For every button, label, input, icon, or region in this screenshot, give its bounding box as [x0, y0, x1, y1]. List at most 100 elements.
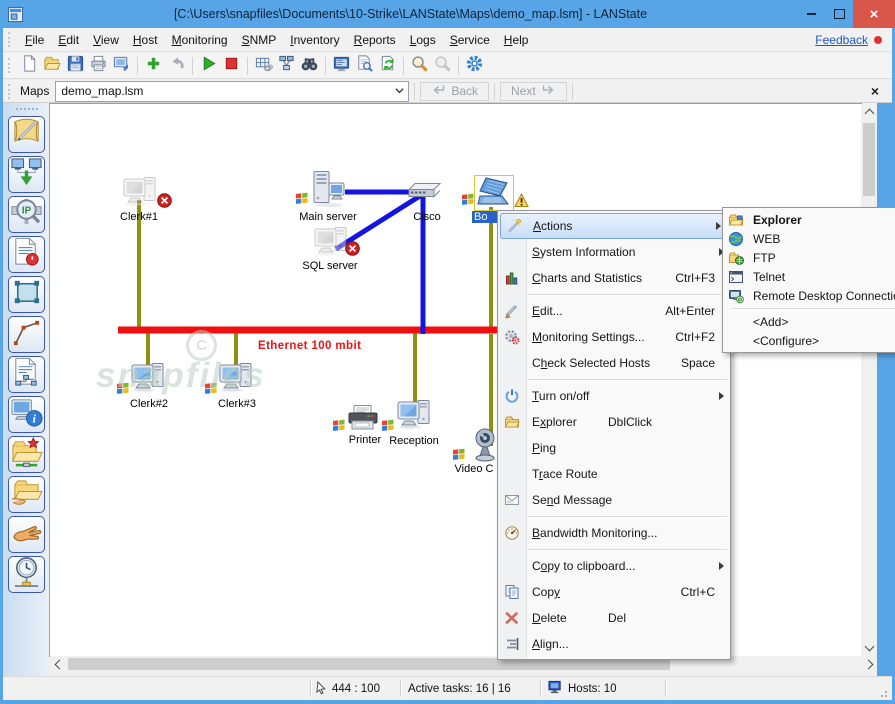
menu-edit[interactable]: Edit — [51, 33, 86, 47]
device-list-button[interactable] — [330, 54, 353, 77]
menu-reports[interactable]: Reports — [347, 33, 403, 47]
ethernet-segment-label: Ethernet 100 mbit — [258, 340, 362, 352]
toolbar-separator — [414, 82, 416, 100]
menu-item-turn-on-off[interactable]: Turn on/off — [498, 383, 730, 409]
minimize-button[interactable] — [797, 0, 825, 28]
map-canvas[interactable] — [49, 103, 862, 657]
scan-network-button[interactable] — [275, 54, 298, 77]
screen-blue-icon — [332, 54, 351, 78]
submenu-item-remote-desktop-connection[interactable]: Remote Desktop Connection — [723, 286, 895, 305]
menu-file[interactable]: File — [18, 33, 51, 47]
lanstate-window: [C:\Users\snapfiles\Documents\10-Strike\… — [0, 0, 895, 704]
new-map-button[interactable] — [18, 54, 41, 77]
pointer-tool-button[interactable] — [8, 516, 45, 553]
submenu-item-label: Explorer — [753, 212, 802, 227]
toolbar-separator — [325, 56, 326, 75]
pc-info-icon: i — [10, 396, 43, 434]
window-bottom-border — [0, 700, 895, 704]
binoculars-icon — [300, 54, 319, 78]
menu-monitoring[interactable]: Monitoring — [165, 33, 235, 47]
menu-shortcut: DblClick — [608, 415, 653, 429]
close-button[interactable]: × — [853, 0, 895, 28]
folder-open-icon — [43, 54, 62, 78]
close-maps-bar-button[interactable]: × — [867, 83, 883, 99]
open-map-button[interactable] — [41, 54, 64, 77]
find-host-button[interactable] — [298, 54, 321, 77]
menu-shortcut: Alt+Enter — [665, 304, 715, 318]
menu-help[interactable]: Help — [497, 33, 536, 47]
menu-item-charts-and-statistics[interactable]: Charts and Statistics Ctrl+F3 — [498, 265, 730, 291]
zoom-out-button[interactable] — [431, 54, 454, 77]
menu-item-trace-route[interactable]: Trace Route — [498, 461, 730, 487]
submenu-item-web[interactable]: WEB — [723, 229, 895, 248]
menu-item-copy[interactable]: Copy Ctrl+C — [498, 579, 730, 605]
submenu-item-ftp[interactable]: FTP — [723, 248, 895, 267]
scroll-right-button[interactable] — [861, 656, 877, 672]
menu-item-edit[interactable]: Edit... Alt+Enter — [498, 298, 730, 324]
add-network-place-button[interactable] — [8, 436, 45, 473]
menu-inventory[interactable]: Inventory — [283, 33, 346, 47]
chevron-down-icon[interactable] — [390, 87, 408, 95]
host-list-button[interactable] — [8, 356, 45, 393]
monitoring-checks-button[interactable] — [8, 236, 45, 273]
menu-item-label: Charts and Statistics — [532, 271, 643, 285]
settings-button[interactable] — [463, 54, 486, 77]
map-selector[interactable]: demo_map.lsm — [55, 80, 410, 102]
menu-service[interactable]: Service — [443, 33, 497, 47]
hosts-icon — [548, 680, 563, 697]
toolbar-separator — [571, 82, 573, 100]
create-map-button[interactable] — [252, 54, 275, 77]
menu-item-check-selected-hosts[interactable]: Check Selected Hosts Space — [498, 350, 730, 376]
feedback-link[interactable]: Feedback — [815, 33, 868, 47]
add-host-button[interactable] — [142, 54, 165, 77]
menu-item-bandwidth-monitoring[interactable]: Bandwidth Monitoring... — [498, 520, 730, 546]
scroll-left-button[interactable] — [50, 656, 66, 672]
scroll-up-button[interactable] — [861, 104, 877, 120]
maximize-button[interactable] — [825, 0, 853, 28]
menu-item-delete[interactable]: Delete Del — [498, 605, 730, 631]
resize-grip[interactable] — [880, 688, 890, 698]
menu-logs[interactable]: Logs — [403, 33, 443, 47]
menu-item-label: Explorer — [532, 415, 577, 429]
menu-host[interactable]: Host — [126, 33, 165, 47]
save-map-button[interactable] — [64, 54, 87, 77]
vertical-scroll-thumb[interactable] — [863, 123, 875, 196]
export-image-button[interactable] — [110, 54, 133, 77]
undo-button[interactable] — [165, 54, 188, 77]
menu-item-system-information[interactable]: System Information — [498, 239, 730, 265]
netscan-icon — [10, 156, 43, 194]
next-button[interactable]: Next — [500, 81, 567, 101]
back-button[interactable]: Back — [420, 81, 490, 101]
status-separator — [665, 680, 666, 697]
monitoring-timer-button[interactable] — [8, 556, 45, 593]
submenu-item-explorer[interactable]: Explorer — [723, 210, 895, 229]
menu-item-copy-to-clipboard[interactable]: Copy to clipboard... — [498, 553, 730, 579]
menu-item-align[interactable]: Align... — [498, 631, 730, 657]
start-monitoring-button[interactable] — [197, 54, 220, 77]
select-area-button[interactable] — [8, 276, 45, 313]
windows-logo-icon — [295, 191, 309, 210]
menu-snmp[interactable]: SNMP — [235, 33, 284, 47]
menu-item-send-message[interactable]: Send Message — [498, 487, 730, 513]
scroll-down-button[interactable] — [861, 640, 877, 656]
menu-item-explorer[interactable]: Explorer DblClick — [498, 409, 730, 435]
menu-item-actions[interactable]: Actions — [500, 213, 728, 239]
submenu-item-telnet[interactable]: Telnet — [723, 267, 895, 286]
shared-folders-button[interactable] — [8, 476, 45, 513]
host-information-button[interactable]: i — [8, 396, 45, 433]
map-wizard-button[interactable] — [8, 116, 45, 153]
draw-link-button[interactable] — [8, 316, 45, 353]
submenu-item-configure[interactable]: <Configure> — [723, 331, 895, 350]
title-bar[interactable]: [C:\Users\snapfiles\Documents\10-Strike\… — [0, 0, 895, 28]
menu-view[interactable]: View — [86, 33, 126, 47]
menu-item-monitoring-settings[interactable]: Monitoring Settings... Ctrl+F2 — [498, 324, 730, 350]
ip-scan-button[interactable]: IP — [8, 196, 45, 233]
zoom-in-button[interactable] — [408, 54, 431, 77]
print-button[interactable] — [87, 54, 110, 77]
refresh-map-button[interactable] — [376, 54, 399, 77]
submenu-item-add[interactable]: <Add> — [723, 312, 895, 331]
map-preview-button[interactable] — [353, 54, 376, 77]
scan-network-button[interactable] — [8, 156, 45, 193]
stop-monitoring-button[interactable] — [220, 54, 243, 77]
menu-item-ping[interactable]: Ping — [498, 435, 730, 461]
